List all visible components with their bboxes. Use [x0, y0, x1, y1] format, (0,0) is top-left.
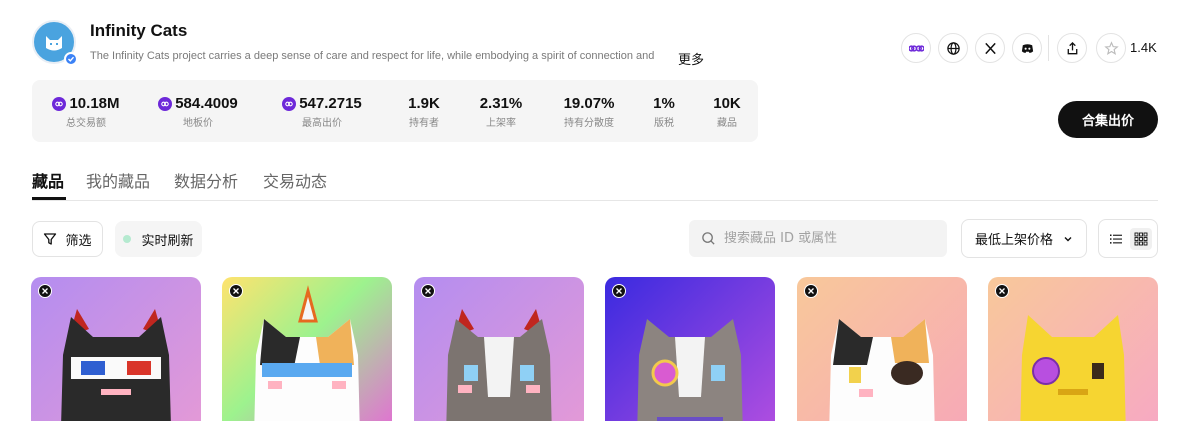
- stat-holder-distribution: 19.07% 持有分散度: [563, 95, 615, 129]
- stat-royalty: 1% 版税: [653, 95, 675, 129]
- tab-items[interactable]: 藏品: [32, 168, 64, 192]
- stat-listed-rate: 2.31% 上架率: [479, 95, 523, 129]
- collection-title: Infinity Cats: [90, 21, 188, 40]
- coin-icon: [158, 96, 173, 111]
- filter-button[interactable]: 筛选: [32, 221, 103, 257]
- chain-badge-icon: [804, 284, 818, 298]
- stat-top-bid: 547.2715 最高出价: [276, 95, 368, 129]
- nft-card[interactable]: [222, 277, 392, 421]
- nft-card[interactable]: [31, 277, 201, 421]
- sort-label: 最低上架价格: [974, 233, 1053, 248]
- gray-cat-devil-horns-art: [446, 309, 552, 421]
- filter-label: 筛选: [65, 233, 92, 249]
- verified-badge-icon: [64, 52, 78, 66]
- calico-cat-cone-art: [254, 285, 360, 421]
- search-icon: [702, 232, 715, 245]
- status-dot-icon: [123, 235, 132, 243]
- black-cat-devil-horns-art: [61, 309, 171, 421]
- x-logo-icon: [984, 42, 996, 54]
- calico-cat-pirate-art: [829, 319, 935, 421]
- stat-total-volume: 10.18M 总交易额: [46, 95, 126, 129]
- stat-floor-price: 584.4009 地板价: [152, 95, 244, 129]
- tab-analytics[interactable]: 数据分析: [174, 168, 238, 192]
- chain-badge-icon: [995, 284, 1009, 298]
- x-twitter-button[interactable]: [975, 33, 1005, 63]
- share-icon: [1067, 41, 1077, 54]
- coin-icon: [52, 96, 67, 111]
- nft-card[interactable]: [797, 277, 967, 421]
- tab-activity[interactable]: 交易动态: [263, 168, 327, 192]
- more-link[interactable]: 更多: [678, 49, 704, 68]
- search-box[interactable]: [689, 220, 947, 257]
- nft-card[interactable]: [414, 277, 584, 421]
- stat-holders: 1.9K 持有者: [408, 95, 440, 129]
- list-icon: [1109, 234, 1122, 244]
- header-divider: [1048, 35, 1049, 61]
- filter-icon: [44, 233, 57, 245]
- stat-items: 10K 藏品: [713, 95, 741, 129]
- chain-badge-icon: [229, 284, 243, 298]
- chevron-down-icon: [1064, 236, 1072, 241]
- share-button[interactable]: [1057, 33, 1087, 63]
- chain-badge-icon: [612, 284, 626, 298]
- collection-offer-button[interactable]: 合集出价: [1058, 101, 1158, 138]
- link-button[interactable]: [901, 33, 931, 63]
- website-button[interactable]: [938, 33, 968, 63]
- live-refresh-toggle[interactable]: 实时刷新: [115, 221, 202, 257]
- stats-bar: 10.18M 总交易额 584.4009 地板价 547.2715 最高出价 1…: [32, 80, 758, 142]
- star-icon: [1103, 40, 1119, 55]
- globe-icon: [946, 41, 960, 55]
- favorite-button[interactable]: [1096, 33, 1126, 63]
- tab-my-items[interactable]: 我的藏品: [86, 168, 150, 192]
- view-toggle: [1098, 219, 1158, 258]
- refresh-label: 实时刷新: [141, 233, 194, 249]
- coin-icon: [282, 96, 297, 111]
- discord-button[interactable]: [1012, 33, 1042, 63]
- grid-icon: [1134, 232, 1147, 245]
- collection-description: The Infinity Cats project carries a deep…: [90, 50, 655, 62]
- favorite-count: 1.4K: [1130, 40, 1157, 55]
- search-input[interactable]: [724, 231, 934, 246]
- sort-dropdown[interactable]: 最低上架价格: [961, 219, 1087, 258]
- nft-card[interactable]: [988, 277, 1158, 421]
- gold-cat-eye-art: [1020, 315, 1126, 421]
- link-icon: [908, 44, 924, 52]
- discord-icon: [1021, 43, 1033, 53]
- chain-badge-icon: [421, 284, 435, 298]
- grid-view-button[interactable]: [1129, 227, 1152, 250]
- cat-logo-icon: [46, 36, 62, 51]
- tab-divider: [32, 200, 1158, 201]
- chain-badge-icon: [38, 284, 52, 298]
- nft-card[interactable]: [605, 277, 775, 421]
- gray-cat-mask-art: [637, 319, 743, 421]
- list-view-button[interactable]: [1105, 228, 1127, 250]
